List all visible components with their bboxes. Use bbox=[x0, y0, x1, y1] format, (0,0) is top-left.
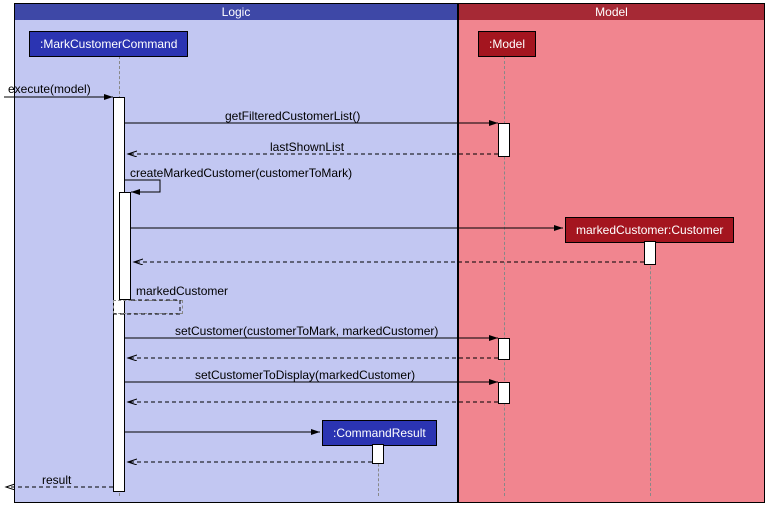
msg-getfiltered: getFilteredCustomerList() bbox=[225, 109, 360, 123]
msg-lastshown: lastShownList bbox=[270, 140, 344, 154]
msg-setcustomer: setCustomer(customerToMark, markedCustom… bbox=[175, 324, 438, 338]
region-model-header: Model bbox=[459, 4, 764, 20]
activation-markedcust bbox=[644, 241, 656, 265]
activation-model-3 bbox=[498, 382, 510, 404]
region-logic-header: Logic bbox=[15, 4, 457, 20]
msg-markedcustomer: markedCustomer bbox=[136, 284, 228, 298]
participant-cmdresult: :CommandResult bbox=[322, 420, 437, 446]
lifeline-model bbox=[504, 56, 505, 496]
msg-result: result bbox=[42, 473, 71, 487]
participant-markcmd: :MarkCustomerCommand bbox=[29, 31, 188, 57]
lifeline-markedcust bbox=[650, 241, 651, 496]
self-return-frame bbox=[113, 300, 183, 314]
participant-model: :Model bbox=[478, 31, 536, 57]
msg-execute: execute(model) bbox=[8, 82, 91, 96]
msg-setdisplay: setCustomerToDisplay(markedCustomer) bbox=[195, 368, 415, 382]
sequence-diagram: Logic Model :MarkCustomerCommand :Model … bbox=[0, 0, 768, 506]
activation-markcmd-self bbox=[119, 192, 131, 300]
activation-cmdresult bbox=[372, 444, 384, 464]
activation-model-1 bbox=[498, 123, 510, 157]
msg-createmarked: createMarkedCustomer(customerToMark) bbox=[130, 166, 352, 180]
participant-markedcust: markedCustomer:Customer bbox=[565, 217, 734, 243]
activation-model-2 bbox=[498, 338, 510, 360]
